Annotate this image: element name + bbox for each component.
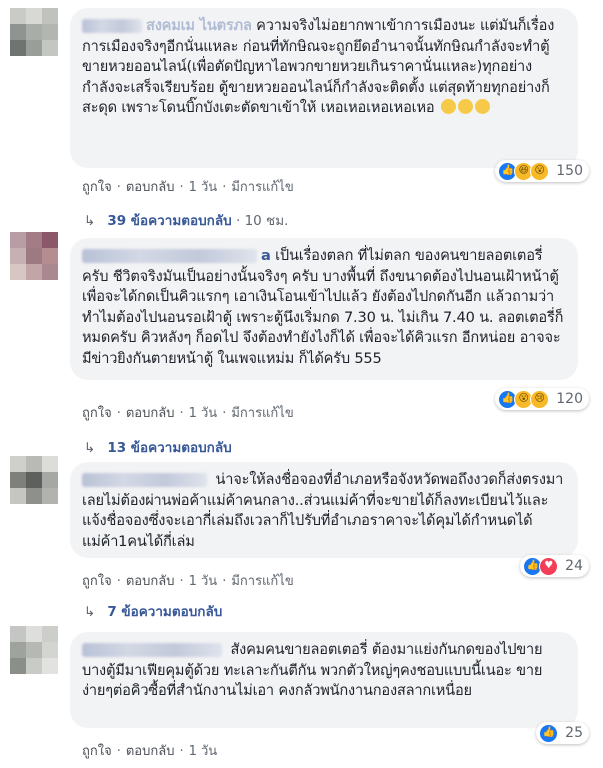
smirk-emoji-icon <box>474 99 490 114</box>
view-replies[interactable]: ↳ 39 ข้อความตอบกลับ · 10 ชม. <box>84 209 288 231</box>
comment-actions: ถูกใจ · ตอบกลับ · 1 วัน · มีการแก้ไข <box>82 574 294 589</box>
reaction-count: 25 <box>565 725 583 741</box>
reaction-count: 24 <box>565 558 583 574</box>
reaction-count: 120 <box>556 391 583 407</box>
like-link[interactable]: ถูกใจ <box>82 744 112 759</box>
reply-arrow-icon: ↳ <box>84 604 96 620</box>
edited-label[interactable]: มีการแก้ไข <box>231 574 293 589</box>
reaction-summary[interactable]: 👍 😆 😮 150 <box>495 160 589 182</box>
comment-actions: ถูกใจ · ตอบกลับ · 1 วัน <box>82 744 218 759</box>
reaction-summary[interactable]: 👍 ♥ 24 <box>520 555 589 577</box>
wow-icon: 😮 <box>530 161 550 181</box>
edited-label[interactable]: มีการแก้ไข <box>231 180 293 195</box>
comment-actions: ถูกใจ · ตอบกลับ · 1 วัน · มีการแก้ไข <box>82 180 294 195</box>
sad-icon: 😢 <box>530 389 550 409</box>
author-name-redacted[interactable] <box>82 249 257 263</box>
love-icon: ♥ <box>539 556 559 576</box>
reaction-summary[interactable]: 👍 25 <box>536 722 589 744</box>
edited-label[interactable]: มีการแก้ไข <box>231 406 293 421</box>
comment-actions: ถูกใจ · ตอบกลับ · 1 วัน · มีการแก้ไข <box>82 406 294 421</box>
smirk-emoji-icon <box>440 99 456 114</box>
replies-label[interactable]: 7 ข้อความตอบกลับ <box>107 604 222 620</box>
view-replies[interactable]: ↳ 7 ข้อความตอบกลับ <box>84 600 222 622</box>
like-link[interactable]: ถูกใจ <box>82 406 112 421</box>
comment-text: เป็นเรื่องตลก ที่ไม่ตลก ของคนขายลอตเตอรี… <box>82 247 564 367</box>
comment-bubble: น่าจะให้ลงชื่อจองที่อำเภอหรือจังหวัดพอถึ… <box>70 462 578 558</box>
author-name[interactable]: a <box>261 247 271 264</box>
replies-label[interactable]: 13 ข้อความตอบกลับ <box>107 440 231 456</box>
avatar[interactable] <box>10 232 58 280</box>
timestamp[interactable]: 1 วัน <box>189 744 218 759</box>
author-name-redacted[interactable] <box>82 19 142 33</box>
replies-time: 10 ชม. <box>244 213 289 229</box>
comment-bubble: สงคมเม ไนตรภล ความจริงไม่อยากพาเข้าการเม… <box>70 8 578 168</box>
like-link[interactable]: ถูกใจ <box>82 574 112 589</box>
timestamp[interactable]: 1 วัน <box>189 406 218 421</box>
like-link[interactable]: ถูกใจ <box>82 180 112 195</box>
replies-label[interactable]: 39 ข้อความตอบกลับ <box>107 213 231 229</box>
reaction-summary[interactable]: 👍 😮 😢 120 <box>495 388 589 410</box>
comment-bubble: สังคมคนขายลอตเตอรี่ ต้องมาแย่งกันกดของไป… <box>70 632 578 728</box>
author-name-redacted[interactable] <box>82 473 207 487</box>
reaction-count: 150 <box>556 163 583 179</box>
reply-link[interactable]: ตอบกลับ <box>126 406 175 421</box>
comment-bubble: a เป็นเรื่องตลก ที่ไม่ตลก ของคนขายลอตเตอ… <box>70 238 578 380</box>
avatar[interactable] <box>10 626 58 674</box>
timestamp[interactable]: 1 วัน <box>189 574 218 589</box>
avatar[interactable] <box>10 456 58 504</box>
author-name[interactable]: สงคมเม ไนตรภล <box>146 17 252 34</box>
smirk-emoji-icon <box>457 99 473 114</box>
like-icon: 👍 <box>539 723 559 743</box>
reply-link[interactable]: ตอบกลับ <box>126 180 175 195</box>
view-replies[interactable]: ↳ 13 ข้อความตอบกลับ <box>84 436 232 458</box>
avatar[interactable] <box>10 8 58 56</box>
reply-link[interactable]: ตอบกลับ <box>126 744 175 759</box>
timestamp[interactable]: 1 วัน <box>189 180 218 195</box>
author-name-redacted[interactable] <box>82 643 222 657</box>
reply-arrow-icon: ↳ <box>84 213 96 229</box>
reply-link[interactable]: ตอบกลับ <box>126 574 175 589</box>
reply-arrow-icon: ↳ <box>84 440 96 456</box>
